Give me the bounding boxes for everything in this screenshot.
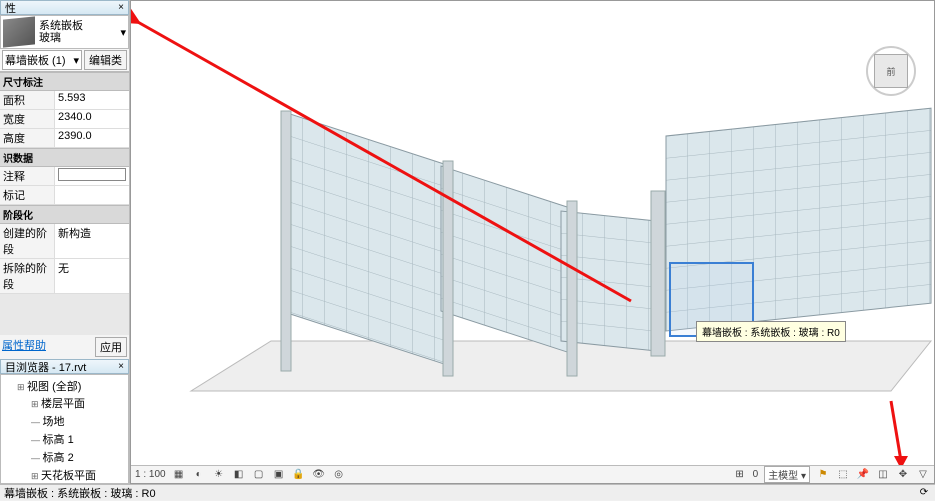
- instance-combo[interactable]: 幕墙嵌板 (1) ▾: [2, 50, 82, 70]
- status-left: 幕墙嵌板 : 系统嵌板 : 玻璃 : R0: [4, 485, 156, 501]
- chevron-down-icon[interactable]: ▾: [120, 26, 126, 39]
- tree-item[interactable]: 楼层平面: [31, 394, 126, 412]
- properties-header: 性 ×: [0, 0, 129, 15]
- select-pinned-icon[interactable]: 📌: [856, 468, 870, 482]
- demo-key: 拆除的阶段: [0, 259, 55, 293]
- reveal-icon[interactable]: ◎: [332, 468, 346, 482]
- model-combo[interactable]: 主模型 ▾: [764, 466, 810, 483]
- area-key: 面积: [0, 91, 55, 109]
- select-face-icon[interactable]: ◫: [876, 468, 890, 482]
- worksets-icon[interactable]: ⊞: [733, 468, 747, 482]
- building-model: [131, 1, 935, 471]
- height-value[interactable]: 2390.0: [55, 129, 129, 147]
- filter2-icon[interactable]: ▽: [916, 468, 930, 482]
- height-key: 高度: [0, 129, 55, 147]
- crop-region-icon[interactable]: ▣: [272, 468, 286, 482]
- drag-icon[interactable]: ✥: [896, 468, 910, 482]
- val0: 0: [753, 469, 759, 480]
- properties-title: 性: [5, 0, 16, 16]
- tree-root[interactable]: 视图 (全部) 楼层平面场地标高 1标高 2天花板平面三维视图立面 (建筑立面)…: [17, 377, 126, 484]
- status-bar: 幕墙嵌板 : 系统嵌板 : 玻璃 : R0 ⟳: [0, 484, 935, 500]
- edit-type-button[interactable]: 编辑类: [84, 50, 127, 70]
- filter-icon[interactable]: ⚑: [816, 468, 830, 482]
- detail-level-icon[interactable]: ▦: [172, 468, 186, 482]
- type-thumbnail-icon: [3, 16, 35, 47]
- viewcube-face[interactable]: 前: [874, 54, 908, 88]
- 3d-viewport[interactable]: 幕墙嵌板 : 系统嵌板 : 玻璃 : R0 前 1 : 100 ▦ ◐ ☀ ◧ …: [130, 0, 935, 484]
- created-value[interactable]: 新构造: [55, 224, 129, 258]
- close-icon[interactable]: ×: [118, 2, 124, 13]
- group-iddata[interactable]: 识数据: [0, 148, 129, 167]
- lock-icon[interactable]: 🔒: [292, 468, 306, 482]
- instance-combo-label: 幕墙嵌板 (1): [5, 52, 66, 68]
- chevron-down-icon: ▾: [73, 54, 79, 67]
- project-browser-tree[interactable]: 视图 (全部) 楼层平面场地标高 1标高 2天花板平面三维视图立面 (建筑立面)…: [0, 374, 129, 484]
- scale-label[interactable]: 1 : 100: [135, 469, 166, 480]
- comment-input[interactable]: [58, 168, 126, 181]
- width-key: 宽度: [0, 110, 55, 128]
- group-phasing[interactable]: 阶段化: [0, 205, 129, 224]
- element-tooltip: 幕墙嵌板 : 系统嵌板 : 玻璃 : R0: [696, 321, 846, 342]
- tree-item[interactable]: 场地: [31, 412, 126, 430]
- browser-title: 目浏览器 - 17.rvt: [5, 359, 86, 375]
- apply-button[interactable]: 应用: [95, 337, 127, 357]
- group-dims[interactable]: 尺寸标注: [0, 72, 129, 91]
- width-value[interactable]: 2340.0: [55, 110, 129, 128]
- visual-style-icon[interactable]: ◐: [192, 468, 206, 482]
- tree-item[interactable]: 标高 2: [31, 448, 126, 466]
- close-icon[interactable]: ×: [118, 361, 124, 372]
- tree-item[interactable]: 标高 1: [31, 430, 126, 448]
- type-name: 系统嵌板: [39, 20, 120, 32]
- properties-help-link[interactable]: 属性帮助: [2, 337, 46, 357]
- browser-header: 目浏览器 - 17.rvt ×: [0, 359, 129, 374]
- area-value[interactable]: 5.593: [55, 91, 129, 109]
- sun-path-icon[interactable]: ☀: [212, 468, 226, 482]
- tree-item[interactable]: 天花板平面: [31, 466, 126, 484]
- hide-icon[interactable]: 👁: [312, 468, 326, 482]
- shadows-icon[interactable]: ◧: [232, 468, 246, 482]
- mark-key: 标记: [0, 186, 55, 204]
- select-links-icon[interactable]: ⬚: [836, 468, 850, 482]
- demo-value[interactable]: 无: [55, 259, 129, 293]
- mark-value[interactable]: [55, 186, 129, 204]
- type-sub: 玻璃: [39, 32, 120, 44]
- view-control-bar: 1 : 100 ▦ ◐ ☀ ◧ ▢ ▣ 🔒 👁 ◎ ⊞ 0 主模型 ▾ ⚑ ⬚ …: [131, 465, 934, 483]
- viewcube[interactable]: 前: [866, 46, 916, 96]
- type-selector[interactable]: 系统嵌板 玻璃 ▾: [0, 15, 129, 49]
- status-icon[interactable]: ⟳: [917, 486, 931, 500]
- comment-key: 注释: [0, 167, 55, 185]
- crop-icon[interactable]: ▢: [252, 468, 266, 482]
- type-label: 系统嵌板 玻璃: [39, 20, 120, 44]
- created-key: 创建的阶段: [0, 224, 55, 258]
